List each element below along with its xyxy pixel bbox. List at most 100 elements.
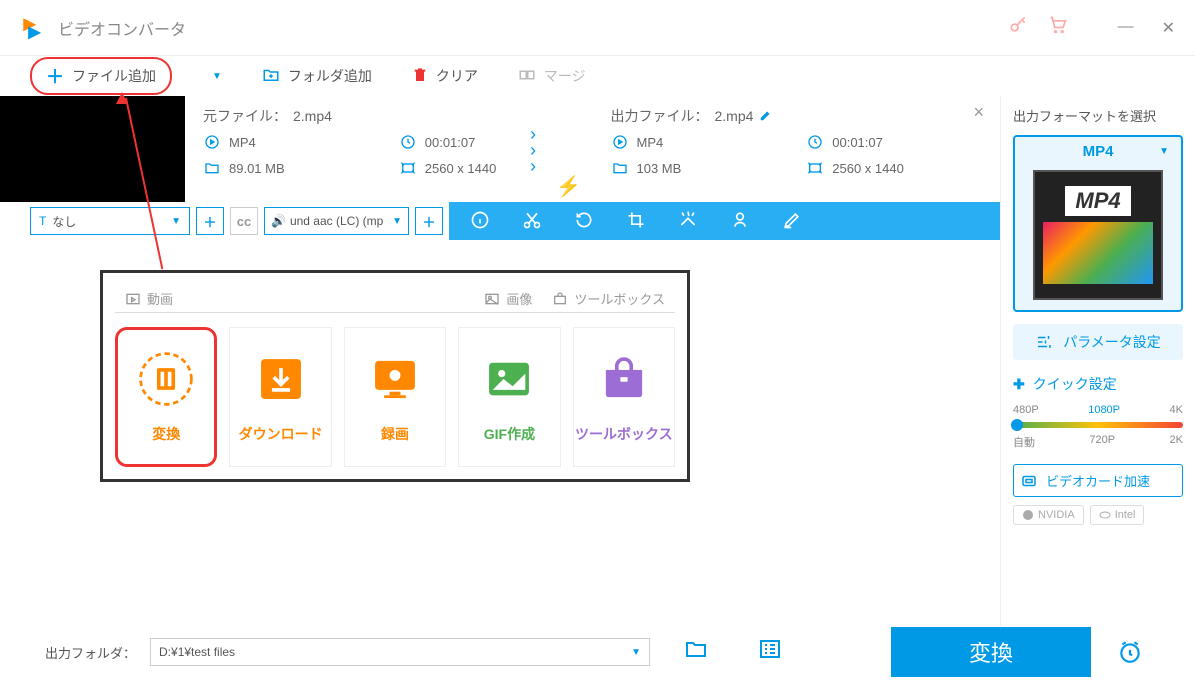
edit-filename-icon[interactable] bbox=[759, 108, 773, 125]
preset-1080p: 1080P bbox=[1088, 404, 1120, 416]
schedule-button[interactable] bbox=[1105, 627, 1155, 677]
folder-icon bbox=[203, 160, 221, 176]
clear-button[interactable]: クリア bbox=[412, 66, 478, 86]
edit-icon[interactable] bbox=[781, 210, 803, 233]
output-format: MP4 bbox=[637, 135, 664, 150]
output-duration: 00:01:07 bbox=[832, 135, 883, 150]
preset-720p: 720P bbox=[1089, 434, 1115, 450]
module-convert-label: 変換 bbox=[152, 424, 180, 444]
module-panel: 動画 画像 ツールボックス 変換 ダウンロード bbox=[100, 270, 690, 482]
video-thumbnail[interactable] bbox=[0, 96, 185, 202]
titlebar: ビデオコンバータ — ✕ bbox=[0, 0, 1195, 56]
close-button[interactable]: ✕ bbox=[1162, 18, 1175, 38]
preset-480p: 480P bbox=[1013, 404, 1039, 416]
subtitle-select[interactable]: T なし ▼ bbox=[30, 207, 190, 235]
module-gif[interactable]: GIF作成 bbox=[458, 327, 560, 467]
folder-icon bbox=[611, 160, 629, 176]
clear-label: クリア bbox=[436, 66, 478, 86]
watermark-icon[interactable] bbox=[729, 210, 751, 233]
source-label: 元ファイル： bbox=[203, 106, 287, 126]
preset-auto: 自動 bbox=[1013, 434, 1035, 450]
source-size: 89.01 MB bbox=[229, 161, 285, 176]
list-icon[interactable] bbox=[758, 637, 782, 667]
module-toolbox-label: ツールボックス bbox=[575, 424, 673, 444]
module-convert[interactable]: 変換 bbox=[115, 327, 217, 467]
toolbar: ＋ ファイル追加 ▼ フォルダ追加 クリア マージ bbox=[0, 56, 1195, 96]
output-folder-label: 出力フォルダ： bbox=[45, 643, 136, 662]
merge-icon bbox=[518, 66, 536, 87]
output-size: 103 MB bbox=[637, 161, 682, 176]
add-folder-label: フォルダ追加 bbox=[288, 66, 372, 86]
chevron-down-icon: ▼ bbox=[1159, 146, 1169, 157]
resolution-icon bbox=[806, 160, 824, 176]
gpu-accel-button[interactable]: ビデオカード加速 bbox=[1013, 464, 1183, 497]
effects-icon[interactable] bbox=[677, 210, 699, 233]
slider-thumb[interactable] bbox=[1011, 419, 1023, 431]
module-record-label: 録画 bbox=[381, 424, 409, 444]
subtitle-value: なし bbox=[52, 213, 76, 230]
module-gif-label: GIF作成 bbox=[484, 424, 535, 444]
tab-toolbox-label: ツールボックス bbox=[574, 289, 665, 308]
add-audio-button[interactable]: ＋ bbox=[415, 207, 443, 235]
output-folder-path: D:¥1¥test files bbox=[159, 645, 235, 659]
file-item-row: 元ファイル： 2.mp4 MP4 00:01:07 89.01 MB 2560 … bbox=[0, 96, 1000, 202]
source-format: MP4 bbox=[229, 135, 256, 150]
app-logo-icon bbox=[20, 15, 46, 41]
folder-plus-icon bbox=[262, 66, 280, 87]
audio-track-select[interactable]: 🔊 und aac (LC) (mp ▼ bbox=[264, 207, 409, 235]
gpu-accel-label: ビデオカード加速 bbox=[1046, 471, 1150, 490]
trim-icon[interactable] bbox=[521, 210, 543, 233]
parameter-settings-button[interactable]: パラメータ設定 bbox=[1013, 324, 1183, 360]
source-duration: 00:01:07 bbox=[425, 135, 476, 150]
cc-button[interactable]: cc bbox=[230, 207, 258, 235]
tab-image[interactable]: 画像 bbox=[474, 285, 542, 312]
gpu-chip-nvidia: NVIDIA bbox=[1013, 505, 1084, 525]
app-title: ビデオコンバータ bbox=[58, 16, 186, 40]
minimize-button[interactable]: — bbox=[1118, 18, 1134, 38]
output-folder-select[interactable]: D:¥1¥test files ▼ bbox=[150, 638, 650, 666]
sidebar-title: 出力フォーマットを選択 bbox=[1013, 106, 1183, 125]
open-folder-icon[interactable] bbox=[684, 637, 708, 667]
info-icon[interactable] bbox=[469, 210, 491, 233]
trash-icon bbox=[412, 67, 428, 86]
speaker-icon: 🔊 bbox=[271, 214, 286, 228]
output-resolution: 2560 x 1440 bbox=[832, 161, 904, 176]
gpu-chip-intel: Intel bbox=[1090, 505, 1145, 525]
clock-icon bbox=[806, 134, 824, 150]
add-file-dropdown[interactable]: ▼ bbox=[212, 71, 222, 82]
param-settings-label: パラメータ設定 bbox=[1063, 332, 1161, 352]
convert-button[interactable]: 変換 bbox=[891, 627, 1091, 677]
quick-settings-title: ✚ クイック設定 bbox=[1013, 374, 1183, 394]
quality-slider[interactable]: 480P 1080P 4K 自動 720P 2K bbox=[1013, 404, 1183, 450]
output-label: 出力ファイル： bbox=[611, 106, 709, 126]
chevron-down-icon: ▼ bbox=[631, 647, 641, 658]
tab-toolbox[interactable]: ツールボックス bbox=[542, 285, 675, 312]
crop-icon[interactable] bbox=[625, 210, 647, 233]
tab-video[interactable]: 動画 bbox=[115, 285, 474, 312]
cart-icon[interactable] bbox=[1048, 15, 1068, 40]
module-download[interactable]: ダウンロード bbox=[229, 327, 331, 467]
output-file-panel: 出力ファイル： 2.mp4 MP4 00:01:07 103 MB 2560 x… bbox=[593, 96, 1001, 202]
remove-file-button[interactable]: × bbox=[973, 102, 984, 123]
add-folder-button[interactable]: フォルダ追加 bbox=[262, 66, 372, 87]
preset-2k: 2K bbox=[1170, 434, 1183, 450]
chevron-down-icon: ▼ bbox=[392, 216, 402, 227]
rotate-icon[interactable] bbox=[573, 210, 595, 233]
merge-button[interactable]: マージ bbox=[518, 66, 586, 87]
format-thumbnail: MP4 bbox=[1033, 170, 1163, 300]
add-file-button[interactable]: ＋ ファイル追加 bbox=[30, 57, 172, 95]
key-icon[interactable] bbox=[1008, 15, 1028, 40]
preset-4k: 4K bbox=[1170, 404, 1183, 416]
clock-icon bbox=[399, 134, 417, 150]
module-toolbox[interactable]: ツールボックス bbox=[573, 327, 675, 467]
source-resolution: 2560 x 1440 bbox=[425, 161, 497, 176]
merge-label: マージ bbox=[544, 66, 586, 86]
tab-video-label: 動画 bbox=[147, 289, 173, 308]
add-subtitle-button[interactable]: ＋ bbox=[196, 207, 224, 235]
sidebar: 出力フォーマットを選択 MP4 ▼ MP4 パラメータ設定 ✚ クイック設定 4… bbox=[1000, 96, 1195, 626]
output-format-card[interactable]: MP4 ▼ MP4 bbox=[1013, 135, 1183, 312]
format-icon bbox=[203, 134, 221, 150]
module-record[interactable]: 録画 bbox=[344, 327, 446, 467]
plus-icon: ＋ bbox=[46, 63, 64, 89]
audio-track-value: und aac (LC) (mp bbox=[290, 214, 383, 228]
